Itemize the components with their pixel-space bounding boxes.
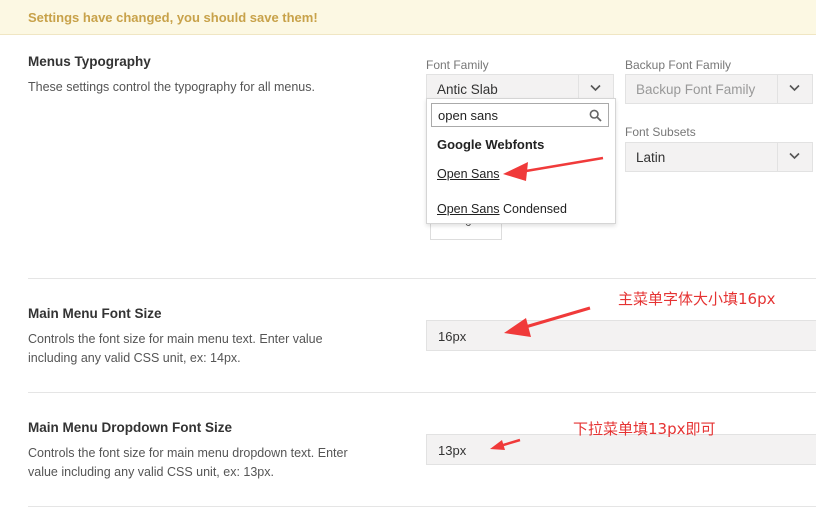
annotation-arrows bbox=[490, 156, 604, 450]
arrow-to-open-sans bbox=[503, 156, 604, 181]
arrow-to-16px bbox=[504, 306, 591, 337]
arrow-to-13px bbox=[490, 438, 521, 450]
